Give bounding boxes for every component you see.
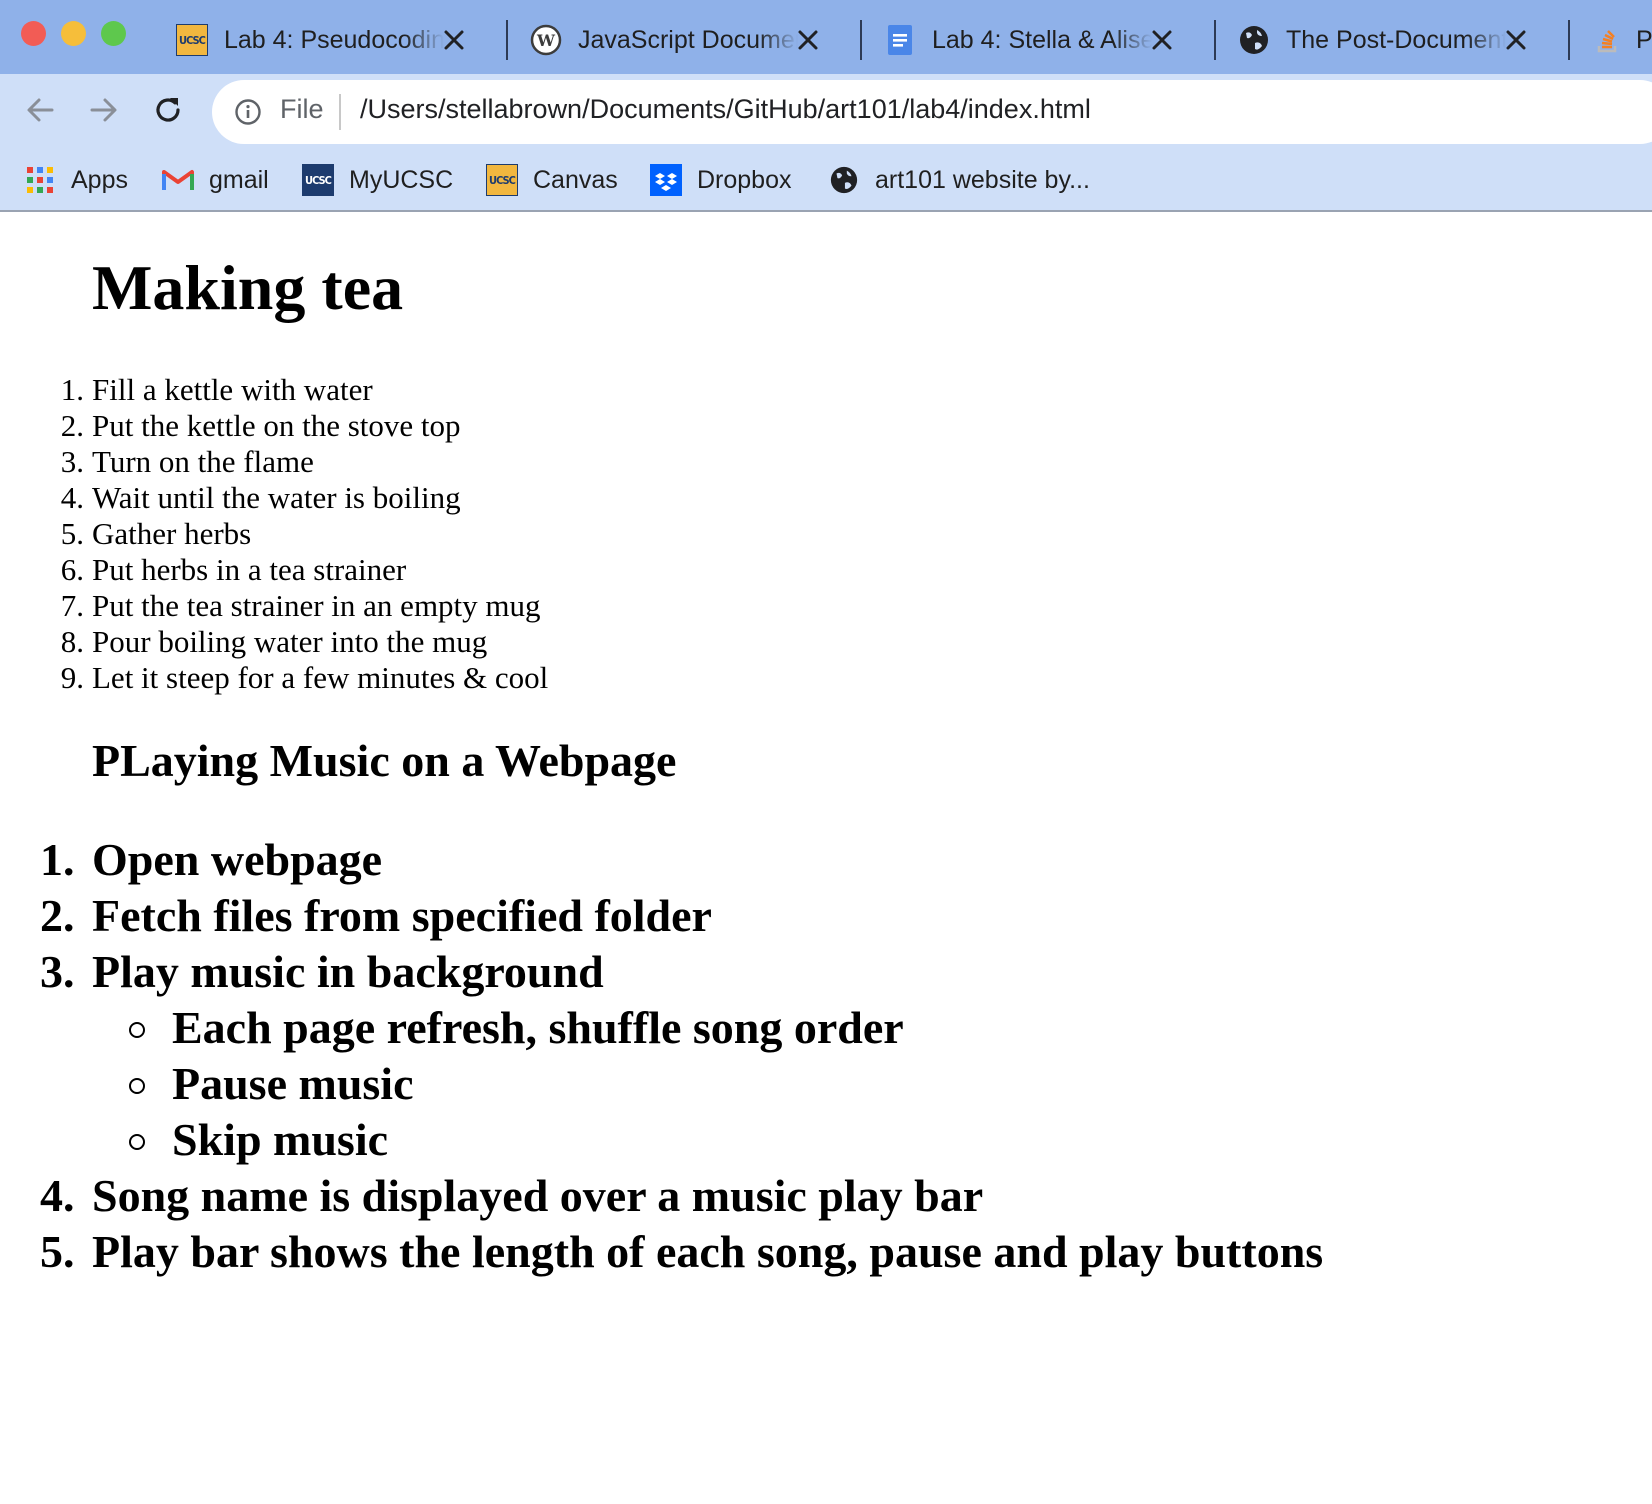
address-bar[interactable]: File /Users/stellabrown/Documents/GitHub… xyxy=(212,80,1652,144)
ucsc-icon: UCSC xyxy=(176,24,208,56)
reload-icon[interactable] xyxy=(148,90,188,130)
gmail-icon xyxy=(162,164,194,196)
bookmark-label: art101 website by... xyxy=(875,165,1090,194)
globe-icon xyxy=(1238,24,1270,56)
window-minimize-button[interactable] xyxy=(61,21,86,46)
apps-grid-icon xyxy=(24,164,56,196)
browser-toolbar: File /Users/stellabrown/Documents/GitHub… xyxy=(0,74,1652,148)
sub-list-item: Pause music xyxy=(0,1056,1600,1112)
bookmark-canvas[interactable]: UCSC Canvas xyxy=(486,158,618,202)
tab-lab4-stella-alise[interactable]: Lab 4: Stella & Alise xyxy=(864,14,1194,66)
list-item: 3. Play music in background xyxy=(40,946,604,997)
tab-strip: UCSC Lab 4: Pseudocoding W JavaScript Do… xyxy=(0,0,1652,74)
sub-list-item: Skip music xyxy=(0,1112,1600,1168)
bookmark-dropbox[interactable]: Dropbox xyxy=(650,158,792,202)
bookmark-art101-website[interactable]: art101 website by... xyxy=(828,158,1090,202)
bookmarks-bar: Apps gmail UCSC MyUCSC UCSC Canvas Dropb… xyxy=(0,148,1652,212)
list-item: 4. Song name is displayed over a music pl… xyxy=(40,1170,984,1221)
bookmark-label: Apps xyxy=(71,165,128,194)
tab-title: JavaScript Documentation xyxy=(578,25,798,54)
sub-list-item: Each page refresh, shuffle song order xyxy=(0,1000,1600,1056)
bookmark-label: Dropbox xyxy=(697,165,792,194)
ucsc-icon: UCSC xyxy=(486,164,518,196)
bookmark-gmail[interactable]: gmail xyxy=(162,158,269,202)
svg-text:W: W xyxy=(536,31,556,50)
page-heading-making-tea: Making tea xyxy=(92,252,404,323)
tab-separator xyxy=(860,20,862,60)
circle-bullet-icon xyxy=(129,1134,145,1150)
tab-title: The Post-Document xyxy=(1286,25,1506,54)
page-content: Making tea 1. Fill a kettle with water 2.… xyxy=(0,212,1652,1504)
bookmark-apps[interactable]: Apps xyxy=(24,158,128,202)
close-icon[interactable] xyxy=(440,26,468,54)
list-item: 2. Fetch files from specified folder xyxy=(40,890,712,941)
tab-separator xyxy=(506,20,508,60)
close-icon[interactable] xyxy=(1502,26,1530,54)
stackoverflow-icon xyxy=(1592,24,1624,56)
page-heading-playing-music: PLaying Music on a Webpage xyxy=(92,735,677,786)
globe-icon xyxy=(828,164,860,196)
window-maximize-button[interactable] xyxy=(101,21,126,46)
tab-title: Lab 4: Stella & Alise xyxy=(932,25,1152,54)
bookmark-label: MyUCSC xyxy=(349,165,454,194)
tab-lab4-pseudocoding[interactable]: UCSC Lab 4: Pseudocoding xyxy=(156,14,486,66)
wordpress-icon: W xyxy=(530,24,562,56)
tab-separator xyxy=(1568,20,1570,60)
url-divider xyxy=(339,94,341,130)
tab-partial[interactable]: P xyxy=(1572,14,1652,66)
window-close-button[interactable] xyxy=(21,21,46,46)
url-scheme-label: File xyxy=(280,94,324,124)
dropbox-icon xyxy=(650,164,682,196)
bookmark-label: Canvas xyxy=(533,165,618,194)
list-item: 1. Open webpage xyxy=(40,834,383,885)
list-item: 5. Play bar shows the length of each song… xyxy=(40,1226,1324,1277)
tab-title: Lab 4: Pseudocoding xyxy=(224,25,444,54)
tab-separator xyxy=(1214,20,1216,60)
bookmark-myucsc[interactable]: UCSC MyUCSC xyxy=(302,158,453,202)
close-icon[interactable] xyxy=(1148,26,1176,54)
back-arrow-icon[interactable] xyxy=(20,90,60,130)
ucsc-icon: UCSC xyxy=(302,164,334,196)
google-docs-icon xyxy=(884,24,916,56)
url-text[interactable]: /Users/stellabrown/Documents/GitHub/art1… xyxy=(360,94,1091,125)
music-steps-list: 1. Open webpage 2. Fetch files from specif… xyxy=(0,832,1600,1280)
info-icon[interactable] xyxy=(234,98,262,126)
circle-bullet-icon xyxy=(129,1078,145,1094)
tab-title: P xyxy=(1636,25,1652,54)
circle-bullet-icon xyxy=(129,1022,145,1038)
close-icon[interactable] xyxy=(794,26,822,54)
forward-arrow-icon[interactable] xyxy=(84,90,124,130)
tab-javascript-documentation[interactable]: W JavaScript Documentation xyxy=(510,14,840,66)
tab-post-document[interactable]: The Post-Document xyxy=(1218,14,1548,66)
bookmark-label: gmail xyxy=(209,165,269,194)
